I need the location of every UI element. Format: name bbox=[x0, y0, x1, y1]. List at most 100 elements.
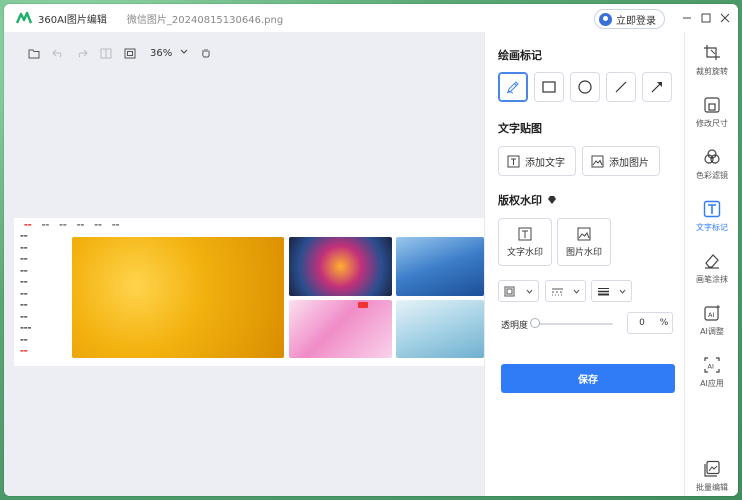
user-avatar-icon bbox=[599, 12, 612, 26]
properties-panel: 绘画标记 文字贴图 添加文字 添加图片 版权水印 文字水印 图片水印 透明度 0… bbox=[484, 32, 684, 496]
tool-crop-rotate-label: 裁剪旋转 bbox=[696, 67, 728, 76]
opacity-label: 透明度 bbox=[501, 321, 529, 331]
opacity-value: 0 bbox=[639, 318, 645, 328]
preview-nav-tab: ▬▬ bbox=[94, 221, 102, 227]
rectangle-icon bbox=[542, 81, 556, 93]
app-logo-icon bbox=[16, 11, 32, 24]
redo-icon[interactable] bbox=[70, 42, 94, 64]
title-bar: 360AI图片编辑 微信图片_20240815130646.png 立即登录 bbox=[4, 4, 738, 32]
image-watermark-icon bbox=[577, 227, 591, 240]
add-image-icon bbox=[591, 155, 604, 167]
preview-nav-tab: ▬▬ bbox=[41, 221, 50, 227]
maximize-button[interactable] bbox=[698, 10, 714, 26]
app-window: 360AI图片编辑 微信图片_20240815130646.png 立即登录 3… bbox=[4, 4, 738, 496]
svg-text:AI: AI bbox=[708, 311, 714, 319]
opacity-slider-handle[interactable] bbox=[530, 318, 540, 328]
border-style-icon bbox=[504, 286, 515, 296]
add-image-label: 添加图片 bbox=[609, 157, 649, 169]
undo-icon[interactable] bbox=[46, 42, 70, 64]
canvas-area[interactable]: 36% ▬▬ ▬▬ ▬▬ ▬▬ ▬▬ ▬▬ ▬▬ ▬▬ ▬▬ ▬▬ ▬▬ ▬▬ ▬▬ ▬▬ ▬… bbox=[4, 32, 484, 496]
tool-eraser-brush-label: 画笔涂抹 bbox=[696, 275, 728, 284]
preview-nav-tab: ▬▬ bbox=[76, 221, 85, 227]
line-icon bbox=[615, 81, 627, 93]
compare-icon[interactable] bbox=[94, 42, 118, 64]
tool-color-filter[interactable]: 色彩滤镜 bbox=[685, 148, 738, 192]
line-tool-button[interactable] bbox=[606, 72, 636, 102]
opacity-unit: % bbox=[659, 318, 669, 328]
crop-rotate-icon bbox=[704, 45, 720, 60]
chevron-down-icon bbox=[573, 289, 580, 294]
line-dash-dropdown[interactable] bbox=[545, 280, 586, 302]
add-text-icon bbox=[507, 155, 520, 167]
tool-crop-rotate[interactable]: 裁剪旋转 bbox=[685, 44, 738, 88]
batch-edit-icon bbox=[704, 460, 720, 477]
add-text-label: 添加文字 bbox=[525, 157, 565, 169]
preview-sidebar: ▬▬ ▬▬ ▬▬ ▬▬ ▬▬ ▬▬ ▬▬ ▬▬ ▬▬▬ ▬▬ ▬▬ bbox=[20, 233, 32, 354]
line-weight-icon bbox=[598, 287, 609, 295]
save-button[interactable]: 保存 bbox=[501, 364, 675, 393]
app-name: 360AI图片编辑 bbox=[38, 14, 107, 26]
tool-text-mark-label: 文字标记 bbox=[696, 223, 728, 232]
tool-eraser-brush[interactable]: 画笔涂抹 bbox=[685, 252, 738, 296]
text-watermark-button[interactable]: 文字水印 bbox=[498, 218, 552, 266]
add-text-button[interactable]: 添加文字 bbox=[498, 146, 576, 176]
tool-text-mark[interactable]: 文字标记 bbox=[685, 200, 738, 244]
minimize-button[interactable] bbox=[679, 10, 695, 26]
image-preview[interactable]: ▬▬ ▬▬ ▬▬ ▬▬ ▬▬ ▬▬ ▬▬ ▬▬ ▬▬ ▬▬ ▬▬ ▬▬ ▬▬ ▬▬ ▬▬▬ ▬▬… bbox=[14, 218, 484, 366]
text-sticker-section-title: 文字贴图 bbox=[498, 122, 542, 135]
preview-thumb-blue-water bbox=[396, 237, 484, 296]
chevron-down-icon bbox=[619, 289, 626, 294]
line-dash-icon bbox=[552, 288, 563, 295]
preview-nav: ▬▬ ▬▬ ▬▬ ▬▬ ▬▬ ▬▬ bbox=[14, 218, 484, 230]
ai-apply-icon: AI bbox=[704, 357, 720, 373]
tool-batch-edit[interactable]: 批量编辑 bbox=[685, 460, 738, 496]
preview-nav-tab: ▬▬ bbox=[59, 221, 67, 227]
circle-icon bbox=[578, 80, 592, 94]
text-watermark-label: 文字水印 bbox=[506, 247, 543, 258]
circle-tool-button[interactable] bbox=[570, 72, 600, 102]
ai-adjust-icon: AI bbox=[704, 305, 720, 321]
preview-thumb-colorful-flower bbox=[289, 237, 392, 296]
rectangle-tool-button[interactable] bbox=[534, 72, 564, 102]
preview-thumb-yellow-leaves bbox=[72, 237, 284, 358]
vip-diamond-icon bbox=[548, 196, 556, 204]
zoom-level[interactable]: 36% bbox=[150, 48, 172, 59]
preview-nav-tab: ▬▬ bbox=[111, 221, 120, 227]
login-button[interactable]: 立即登录 bbox=[594, 9, 665, 29]
resize-icon bbox=[704, 97, 720, 113]
image-watermark-label: 图片水印 bbox=[565, 247, 602, 258]
tool-ai-adjust-label: AI调整 bbox=[700, 327, 724, 336]
image-watermark-button[interactable]: 图片水印 bbox=[557, 218, 611, 266]
arrow-tool-button[interactable] bbox=[642, 72, 672, 102]
tool-color-filter-label: 色彩滤镜 bbox=[696, 171, 728, 180]
text-watermark-icon bbox=[518, 227, 532, 240]
eraser-brush-icon bbox=[705, 254, 719, 269]
opacity-slider-track[interactable] bbox=[533, 323, 613, 325]
canvas-toolbar: 36% bbox=[22, 42, 218, 64]
close-button[interactable] bbox=[717, 10, 733, 26]
preview-badge bbox=[358, 302, 368, 308]
pen-tool-button[interactable] bbox=[498, 72, 528, 102]
tool-ai-apply[interactable]: AI AI应用 bbox=[685, 356, 738, 400]
watermark-section-title: 版权水印 bbox=[498, 192, 557, 208]
hand-pan-icon[interactable] bbox=[194, 42, 218, 64]
line-weight-dropdown[interactable] bbox=[591, 280, 632, 302]
fit-screen-icon[interactable] bbox=[118, 42, 142, 64]
login-label: 立即登录 bbox=[616, 15, 656, 27]
watermark-title-label: 版权水印 bbox=[498, 194, 542, 207]
tool-ai-adjust[interactable]: AI AI调整 bbox=[685, 304, 738, 348]
text-mark-icon bbox=[703, 200, 721, 218]
draw-section-title: 绘画标记 bbox=[498, 49, 542, 62]
open-folder-icon[interactable] bbox=[22, 42, 46, 64]
opacity-input[interactable]: 0 % bbox=[627, 312, 673, 334]
pen-icon bbox=[506, 81, 519, 94]
tools-sidebar: 裁剪旋转 修改尺寸 色彩滤镜 文字标记 画笔涂抹 AI AI调整 AI AI应用 bbox=[684, 32, 738, 496]
svg-text:AI: AI bbox=[708, 363, 714, 371]
chevron-down-icon bbox=[526, 289, 533, 294]
zoom-dropdown-icon[interactable] bbox=[180, 48, 188, 58]
tool-resize[interactable]: 修改尺寸 bbox=[685, 96, 738, 140]
add-image-button[interactable]: 添加图片 bbox=[582, 146, 660, 176]
tool-ai-apply-label: AI应用 bbox=[700, 379, 724, 388]
tool-batch-edit-label: 批量编辑 bbox=[696, 483, 728, 492]
border-style-dropdown[interactable] bbox=[498, 280, 539, 302]
